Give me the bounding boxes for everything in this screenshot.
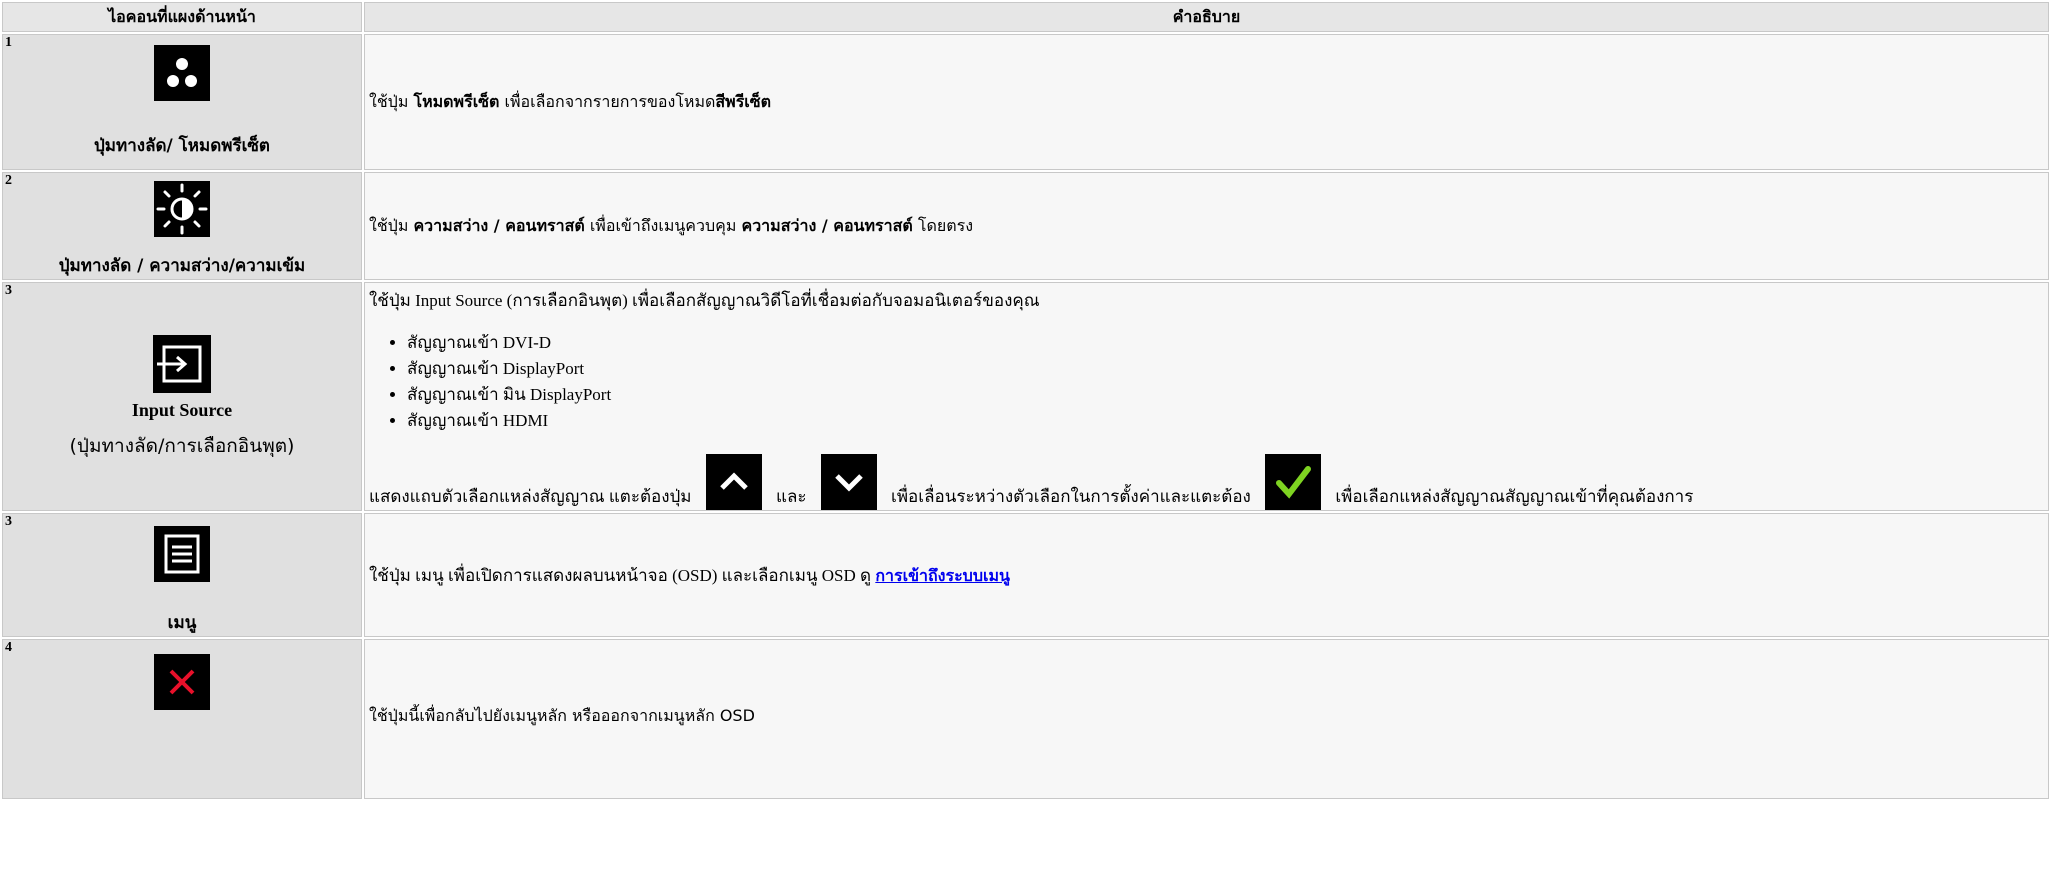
desc-text: เพื่อเข้าถึงเมนูควบคุม bbox=[584, 215, 742, 235]
icon-cell: 3 Input Source (ปุ่มทางลัด/การเลือกอินพุ… bbox=[2, 282, 362, 511]
input-source-intro: ใช้ปุ่ม Input Source (การเลือกอินพุต) เพ… bbox=[369, 291, 1040, 310]
desc-bold: โหมดพรีเซ็ต bbox=[413, 91, 500, 111]
description-cell: ใช้ปุ่มนี้เพื่อกลับไปยังเมนูหลัก หรือออก… bbox=[364, 639, 2049, 799]
list-item: สัญญาณเข้า DisplayPort bbox=[407, 356, 2048, 382]
desc-text: แสดงแถบตัวเลือกแหล่งสัญญาณ แตะต้องปุ่ม bbox=[369, 487, 692, 506]
description-cell: ใช้ปุ่ม เมนู เพื่อเปิดการแสดงผลบนหน้าจอ … bbox=[364, 513, 2049, 637]
description-cell: ใช้ปุ่ม Input Source (การเลือกอินพุต) เพ… bbox=[364, 282, 2049, 511]
input-source-caption: Input Source bbox=[131, 400, 233, 420]
header-icon-column: ไอคอนที่แผงด้านหน้า bbox=[2, 2, 362, 32]
desc-bold: สีพรีเซ็ต bbox=[715, 91, 772, 111]
table-row: 2 ปุ่มทางลัด / ความสว่าง/ความเข้ม ใช้ปุ่… bbox=[2, 172, 2049, 280]
icon-caption: ปุ่มทางลัด / ความสว่าง/ความเข้ม bbox=[58, 256, 306, 276]
desc-text: ใช้ปุ่ม เมนู เพื่อเปิดการแสดงผลบนหน้าจอ … bbox=[369, 565, 876, 585]
description-cell: ใช้ปุ่ม ความสว่าง / คอนทราสต์ เพื่อเข้าถ… bbox=[364, 172, 2049, 280]
icon-cell: 3 เมนู bbox=[2, 513, 362, 637]
chevron-up-icon bbox=[705, 454, 762, 510]
icon-caption: (ปุ่มทางลัด/การเลือกอินพุต) bbox=[69, 435, 295, 457]
input-list: สัญญาณเข้า DVI-D สัญญาณเข้า DisplayPort … bbox=[369, 330, 2048, 434]
list-item: สัญญาณเข้า HDMI bbox=[407, 408, 2048, 434]
table-header-row: ไอคอนที่แผงด้านหน้า คำอธิบาย bbox=[2, 2, 2049, 32]
desc-bold: ความสว่าง / คอนทราสต์ bbox=[413, 215, 585, 235]
icon-caption: ปุ่มทางลัด/ โหมดพรีเซ็ต bbox=[94, 136, 270, 156]
list-item: สัญญาณเข้า มิน DisplayPort bbox=[407, 382, 2048, 408]
icon-cell: 1 ปุ่มทางลัด/ โหมดพรีเซ็ต bbox=[2, 34, 362, 170]
icon-cell: 4 bbox=[2, 639, 362, 799]
icon-caption: เมนู bbox=[167, 613, 197, 633]
desc-text: โดยตรง bbox=[912, 215, 974, 235]
brightness-contrast-icon bbox=[154, 181, 210, 237]
desc-bold: ความสว่าง / คอนทราสต์ bbox=[741, 215, 913, 235]
buttons-table: ไอคอนที่แผงด้านหน้า คำอธิบาย 1 ปุ่มทางลั… bbox=[0, 0, 2051, 801]
input-source-icon bbox=[153, 335, 211, 393]
exit-icon bbox=[154, 654, 210, 710]
chevron-down-icon bbox=[820, 454, 877, 510]
header-description-column: คำอธิบาย bbox=[364, 2, 2049, 32]
list-item: สัญญาณเข้า DVI-D bbox=[407, 330, 2048, 356]
desc-text: เพื่อเลื่อนระหว่างตัวเลือกในการตั้งค่าแล… bbox=[891, 487, 1251, 506]
icon-cell: 2 ปุ่มทางลัด / ความสว่าง/ความเข้ม bbox=[2, 172, 362, 280]
desc-text: และ bbox=[776, 487, 807, 506]
desc-text: เพื่อเลือกแหล่งสัญญาณสัญญาณเข้าที่คุณต้อ… bbox=[1335, 487, 1694, 506]
desc-text: ใช้ปุ่ม bbox=[369, 91, 414, 111]
desc-text: ใช้ปุ่ม bbox=[369, 215, 414, 235]
table-row: 4 ใช้ปุ่มนี้เพื่อกลับไปยังเมนูหลัก หรืออ… bbox=[2, 639, 2049, 799]
menu-icon bbox=[154, 526, 210, 582]
table-row: 3 เมนู ใช้ปุ่ม เมนู เพื่อเปิดการแสดงผลบน… bbox=[2, 513, 2049, 637]
menu-system-link[interactable]: การเข้าถึงระบบเมนู bbox=[875, 566, 1010, 585]
table-row: 3 Input Source (ปุ่มทางลัด/การเลือกอินพุ… bbox=[2, 282, 2049, 511]
description-cell: ใช้ปุ่ม โหมดพรีเซ็ต เพื่อเลือกจากรายการข… bbox=[364, 34, 2049, 170]
checkmark-icon bbox=[1265, 454, 1322, 510]
desc-text: ใช้ปุ่มนี้เพื่อกลับไปยังเมนูหลัก หรือออก… bbox=[369, 706, 755, 725]
table-row: 1 ปุ่มทางลัด/ โหมดพรีเซ็ต ใช้ปุ่ม โหมดพร… bbox=[2, 34, 2049, 170]
input-source-outro: แสดงแถบตัวเลือกแหล่งสัญญาณ แตะต้องปุ่ม แ… bbox=[369, 454, 2048, 510]
row-number: 3 bbox=[5, 283, 12, 298]
desc-text: เพื่อเลือกจากรายการของโหมด bbox=[499, 91, 716, 111]
preset-modes-icon bbox=[154, 45, 210, 101]
